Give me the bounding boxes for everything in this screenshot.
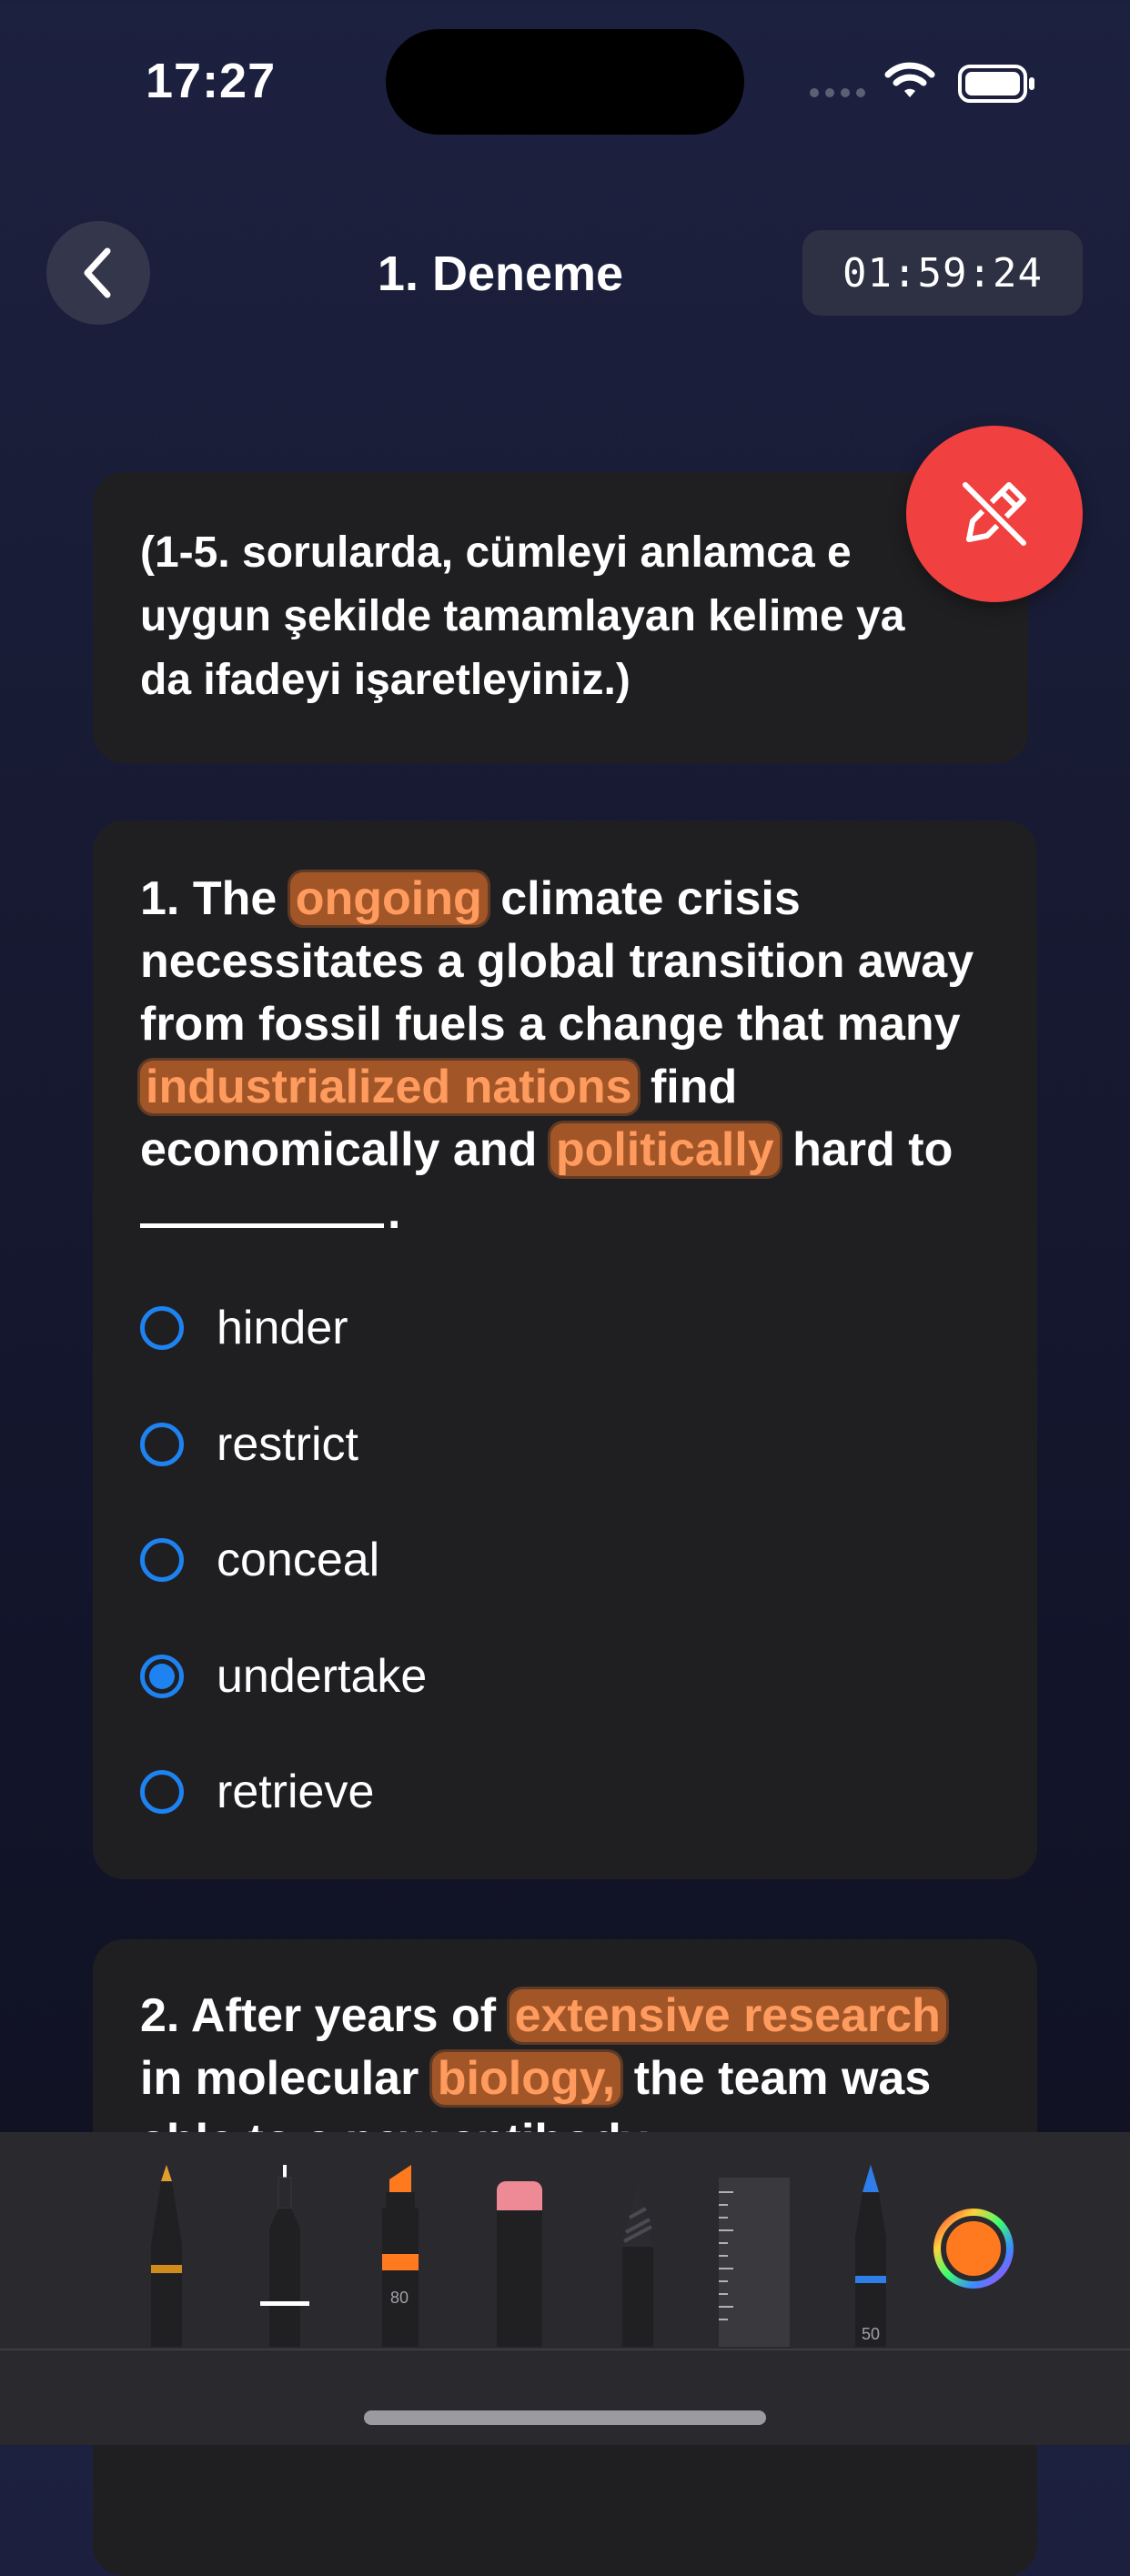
question-text: climate crisis [500,872,801,925]
wifi-icon [884,60,935,105]
question-text-line: in molecular biology, the team was [140,2048,931,2110]
answer-option[interactable]: conceal [140,1524,379,1596]
marker-tool[interactable]: 80 [369,2165,429,2351]
annotation-toggle-button[interactable] [906,426,1083,602]
question-text: find [650,1061,738,1113]
ruler-icon [719,2178,790,2347]
color-picker[interactable] [932,2207,1015,2295]
radio-button[interactable] [140,1538,184,1582]
option-label: hinder [217,1302,348,1354]
answer-option[interactable]: hinder [140,1292,348,1364]
radio-button-selected[interactable] [140,1655,184,1698]
answer-option-selected[interactable]: undertake [140,1640,427,1713]
question-text-line: 2. After years of extensive research [140,1985,946,2048]
highlighted-text: biology, [431,2052,621,2105]
ruler-tool[interactable] [715,2165,793,2351]
pen-tool[interactable] [136,2165,197,2351]
question-text-line: from fossil fuels a change that many [140,998,961,1051]
highlighted-text: ongoing [289,872,488,925]
fineliner-tool[interactable] [255,2165,315,2351]
instructions-line: uygun şekilde tamamlayan kelime ya [140,592,905,640]
eraser-tool[interactable] [489,2165,550,2351]
radio-button[interactable] [140,1423,184,1466]
instructions-line: (1-5. sorularda, cümleyi anlamca e [140,528,852,577]
home-indicator [364,2410,766,2425]
option-label: undertake [217,1650,428,1703]
question-text: the team was [633,2052,932,2105]
exam-timer: 01:59:24 [802,230,1083,316]
blue-pen-icon [855,2165,886,2347]
question-text-line: necessitates a global transition away [140,935,974,988]
pen-icon [151,2165,182,2347]
battery-icon [957,64,1037,108]
pencil-tool[interactable] [608,2165,668,2351]
instructions-text: (1-5. sorularda, cümleyi anlamca e uygun… [140,521,1014,712]
fineliner-icon [260,2165,309,2347]
radio-button[interactable] [140,1306,184,1350]
color-wheel-icon [933,2209,1014,2289]
option-label: conceal [217,1534,380,1586]
radio-button[interactable] [140,1770,184,1814]
pen-width-label: 50 [861,2325,881,2343]
dynamic-island [386,29,744,135]
question-text: 2. After years of [140,1989,497,2042]
highlighter-icon [382,2165,419,2347]
blank-line [140,1214,384,1228]
question-card: 1. The ongoing climate crisis necessitat… [93,820,1037,1879]
instructions-line: da ifadeyi işaretleyiniz.) [140,656,631,704]
option-label: retrieve [217,1766,375,1818]
answer-option[interactable]: restrict [140,1408,358,1481]
highlighted-text: politically [550,1123,780,1176]
highlighted-text: extensive research [509,1989,946,2042]
answer-option[interactable]: retrieve [140,1756,374,1828]
question-text: economically and [140,1123,538,1176]
question-text-line: industrialized nations find [140,1056,737,1119]
pencil-slash-icon [959,478,1030,549]
highlighted-text: industrialized nations [140,1061,638,1113]
status-time: 17:27 [146,54,277,108]
eraser-icon [497,2181,542,2347]
question-text: in molecular [140,2052,419,2105]
option-label: restrict [217,1418,358,1471]
answer-blank: . [140,1182,400,1244]
crayon-tool[interactable]: 50 [841,2165,901,2351]
question-text-line: 1. The ongoing climate crisis [140,868,801,931]
question-text-line: economically and politically hard to [140,1119,953,1182]
pencil-icon [622,2183,653,2347]
marker-width-label: 80 [389,2289,409,2307]
question-text: hard to [792,1123,953,1176]
question-text: . [388,1186,401,1239]
question-text: 1. The [140,872,277,925]
instructions-card: (1-5. sorularda, cümleyi anlamca e uygun… [93,472,1028,763]
cellular-signal-icon [810,88,865,97]
